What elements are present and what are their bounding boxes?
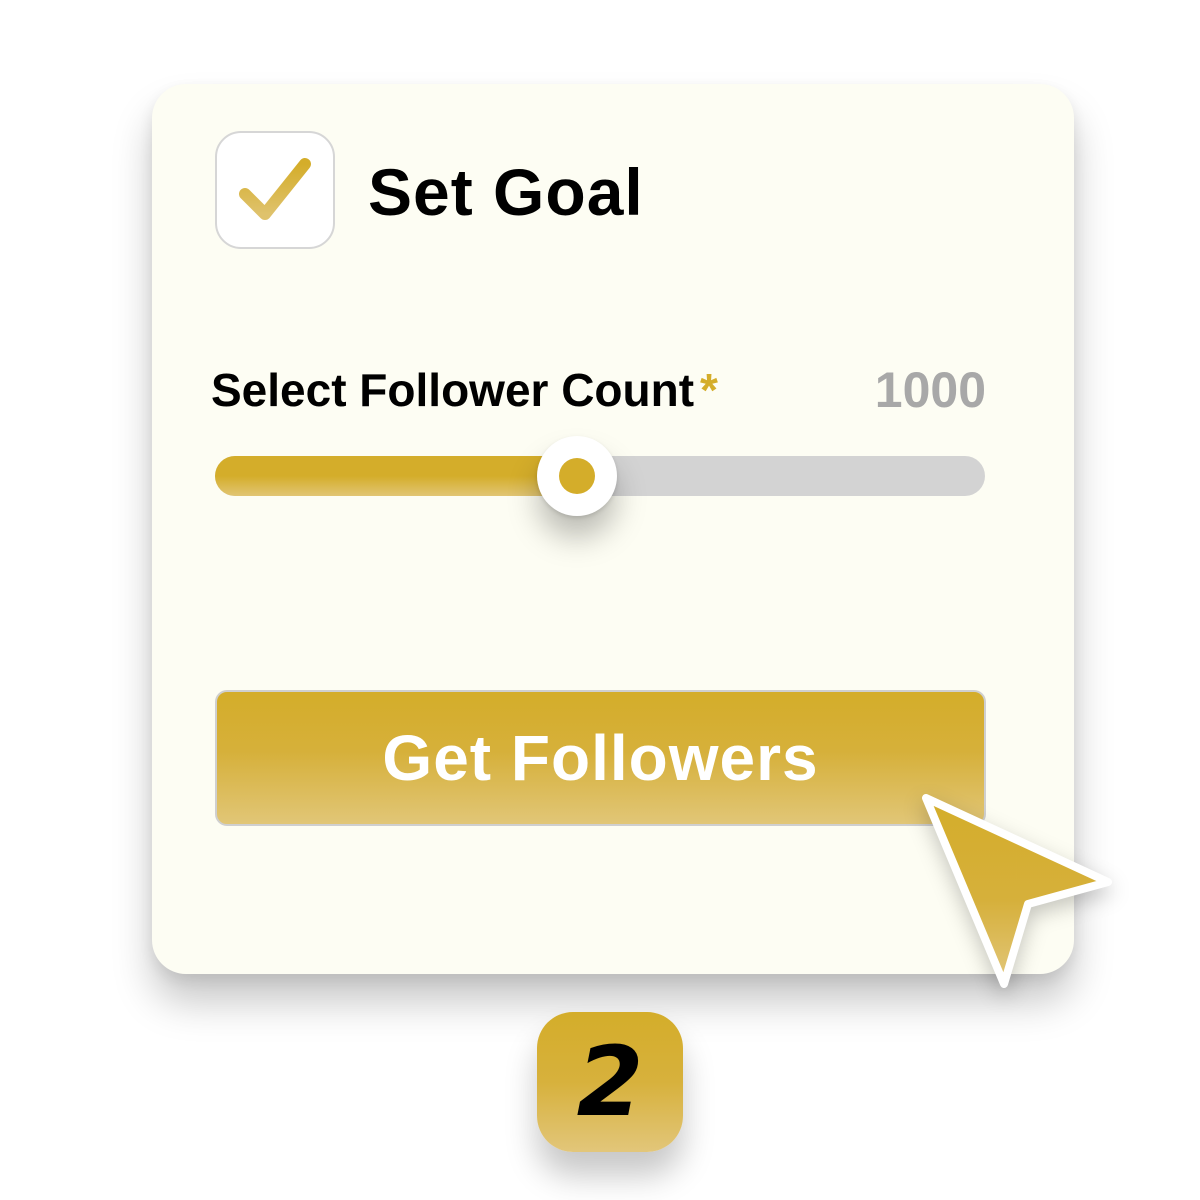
step-badge: 2: [537, 1012, 683, 1152]
follower-count-label: Select Follower Count *: [211, 362, 718, 418]
set-goal-label: Set Goal: [368, 155, 644, 229]
slider-thumb-dot: [558, 458, 595, 494]
slider-fill: [215, 456, 577, 496]
follower-count-value: 1000: [874, 362, 986, 418]
page: Set Goal Select Follower Count * 1000 Get…: [0, 0, 1200, 1200]
required-marker: *: [700, 364, 718, 416]
mouse-pointer-icon: [922, 794, 1112, 988]
follower-count-label-text: Select Follower Count: [211, 364, 695, 416]
checkmark-icon: [239, 158, 311, 220]
get-followers-button[interactable]: Get Followers: [215, 690, 986, 826]
slider-thumb[interactable]: [536, 436, 617, 516]
follower-count-slider[interactable]: [215, 436, 985, 516]
step-number: 2: [576, 1026, 644, 1138]
set-goal-checkbox[interactable]: [215, 131, 335, 249]
